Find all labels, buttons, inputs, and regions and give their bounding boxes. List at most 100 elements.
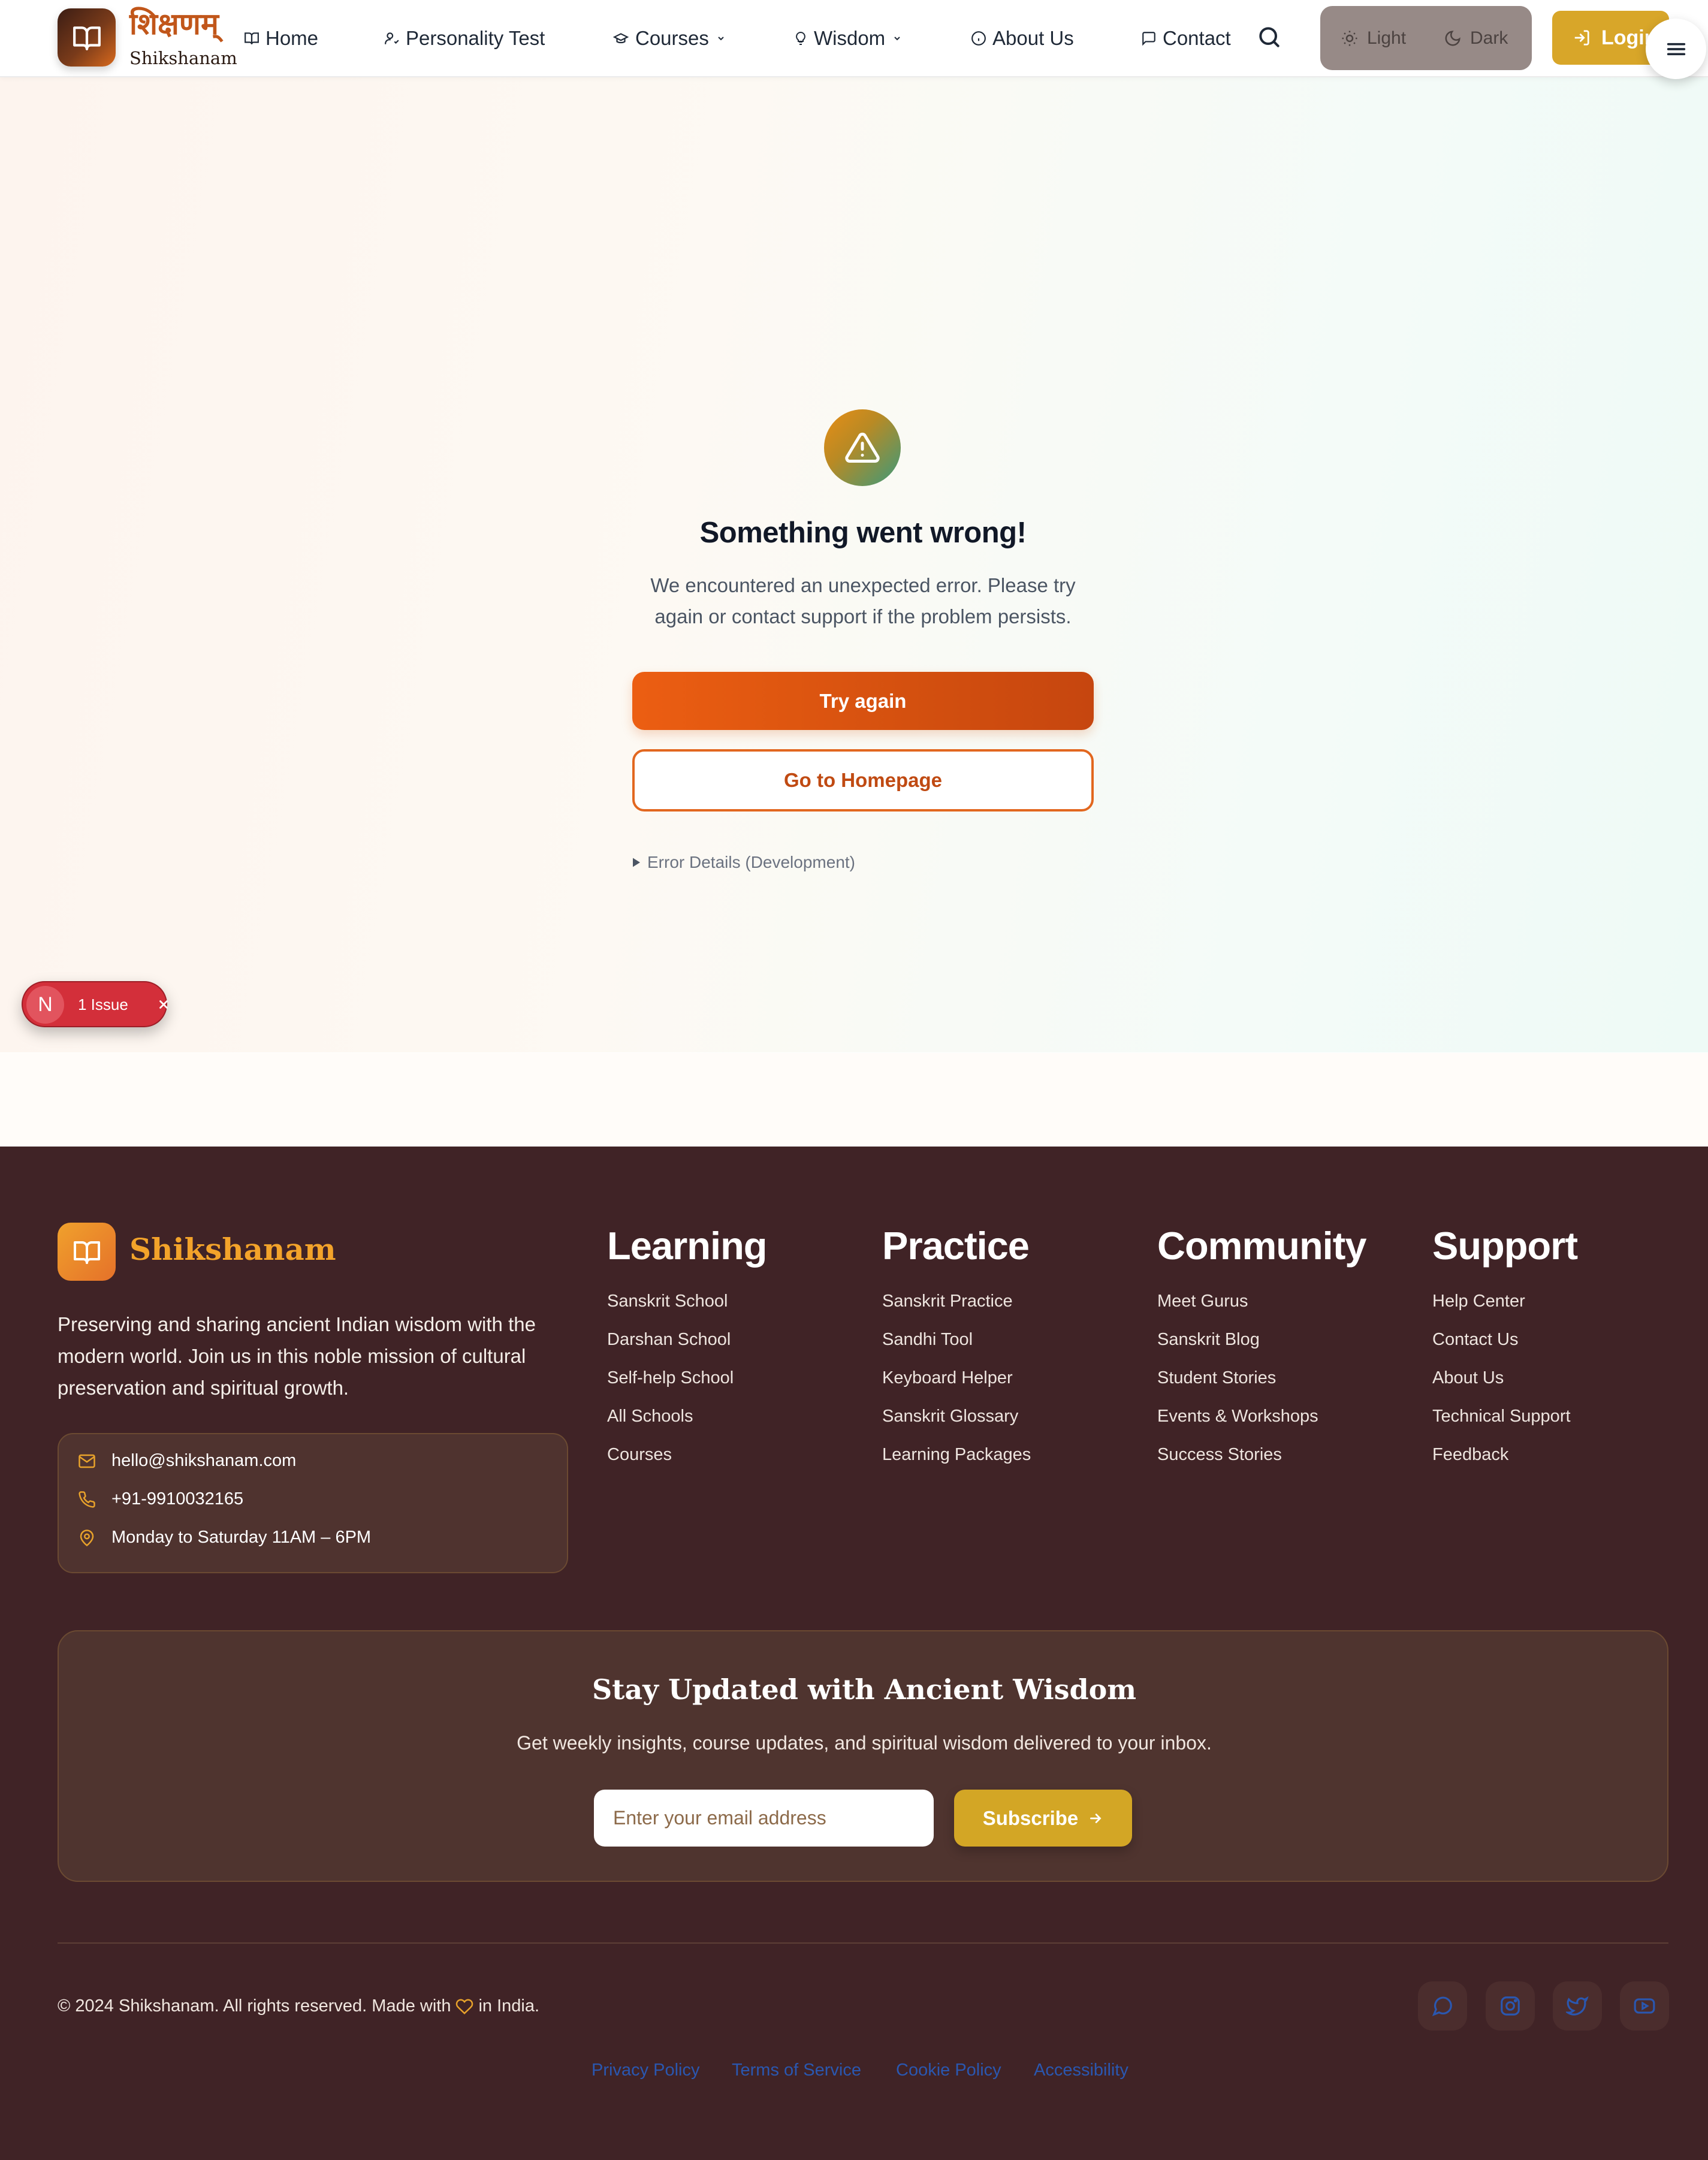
- footer-brand-name: Shikshanam: [129, 1232, 336, 1267]
- footer-link[interactable]: Keyboard Helper: [882, 1359, 1031, 1397]
- subscribe-label: Subscribe: [982, 1806, 1079, 1829]
- menu-button[interactable]: [1646, 19, 1706, 79]
- brand-devanagari[interactable]: शिक्षणम्: [129, 2, 219, 43]
- nav-personality-test[interactable]: Personality Test: [384, 23, 545, 54]
- nav-courses[interactable]: Courses: [612, 23, 726, 54]
- copyright-text: © 2024 Shikshanam. All rights reserved. …: [58, 1996, 451, 2016]
- heart-icon: [456, 1999, 473, 2014]
- theme-toggle[interactable]: Light Dark: [1320, 6, 1532, 70]
- accessibility-link[interactable]: Accessibility: [1034, 2061, 1128, 2080]
- footer-link[interactable]: Events & Workshops: [1157, 1397, 1366, 1435]
- footer-link[interactable]: Sanskrit Blog: [1157, 1320, 1366, 1359]
- footer-column-support: Support Help Center Contact Us About Us …: [1432, 1224, 1578, 1474]
- nav-about-label: About Us: [992, 27, 1074, 49]
- contact-phone-text: +91-9910032165: [111, 1489, 244, 1509]
- nav-home[interactable]: Home: [244, 23, 318, 54]
- error-details-label: Error Details (Development): [647, 853, 855, 871]
- nav-home-label: Home: [265, 27, 319, 49]
- theme-light-option[interactable]: Light: [1341, 25, 1406, 52]
- go-home-button[interactable]: Go to Homepage: [632, 749, 1094, 811]
- footer-logo[interactable]: [58, 1223, 116, 1281]
- log-in-icon: [1574, 30, 1589, 46]
- privacy-policy-link[interactable]: Privacy Policy: [592, 2061, 700, 2080]
- footer-link[interactable]: Sandhi Tool: [882, 1320, 1031, 1359]
- chat-icon: [1432, 1996, 1452, 2017]
- section-spacer: [0, 1053, 1708, 1147]
- footer-link[interactable]: All Schools: [607, 1397, 767, 1435]
- contact-phone[interactable]: +91-9910032165: [78, 1489, 243, 1509]
- footer-description: Preserving and sharing ancient Indian wi…: [58, 1313, 536, 1399]
- book-icon: [245, 32, 259, 44]
- youtube-icon: [1634, 1998, 1655, 2014]
- footer-link[interactable]: Learning Packages: [882, 1435, 1031, 1474]
- book-open-icon: [73, 1241, 100, 1264]
- footer-link[interactable]: Feedback: [1432, 1435, 1577, 1474]
- footer-link[interactable]: Sanskrit School: [607, 1282, 767, 1320]
- footer-link[interactable]: Help Center: [1432, 1282, 1577, 1320]
- contact-email[interactable]: hello@shikshanam.com: [78, 1451, 296, 1471]
- footer-link[interactable]: Darshan School: [607, 1320, 767, 1359]
- contact-hours: Monday to Saturday 11AM – 6PM: [78, 1528, 371, 1547]
- copyright-suffix: in India.: [478, 1996, 540, 2016]
- footer-column-title: Support: [1432, 1224, 1578, 1268]
- footer-link[interactable]: Student Stories: [1157, 1359, 1366, 1397]
- close-icon[interactable]: [157, 998, 170, 1011]
- newsletter-title: Stay Updated with Ancient Wisdom: [592, 1673, 1137, 1706]
- theme-light-label: Light: [1367, 28, 1407, 48]
- subscribe-button[interactable]: Subscribe: [954, 1790, 1132, 1847]
- nav-about[interactable]: About Us: [971, 23, 1074, 54]
- info-icon: [971, 31, 986, 46]
- footer-link[interactable]: Success Stories: [1157, 1435, 1366, 1474]
- footer-link[interactable]: Technical Support: [1432, 1397, 1577, 1435]
- social-twitter-link[interactable]: [1553, 1981, 1602, 2031]
- sun-icon: [1342, 31, 1357, 46]
- nav-personality-test-label: Personality Test: [406, 27, 545, 49]
- footer-column-learning: Learning Sanskrit School Darshan School …: [607, 1225, 767, 1474]
- footer-column-title: Community: [1157, 1224, 1366, 1268]
- nav-wisdom[interactable]: Wisdom: [793, 23, 902, 54]
- moon-icon: [1445, 31, 1460, 46]
- contact-hours-text: Monday to Saturday 11AM – 6PM: [111, 1528, 372, 1547]
- footer-link[interactable]: About Us: [1432, 1359, 1577, 1397]
- site-logo[interactable]: [58, 8, 116, 67]
- error-message: We encountered an unexpected error. Plea…: [650, 574, 1076, 628]
- footer-link[interactable]: Sanskrit Practice: [882, 1282, 1031, 1320]
- issues-count: 1 Issue: [78, 995, 128, 1013]
- nav-contact[interactable]: Contact: [1141, 23, 1231, 54]
- dev-issues-badge[interactable]: N 1 Issue: [22, 981, 170, 1027]
- nav-wisdom-label: Wisdom: [814, 27, 886, 49]
- error-details-toggle[interactable]: Error Details (Development): [632, 850, 855, 874]
- theme-dark-option[interactable]: Dark: [1444, 25, 1508, 52]
- alert-triangle-icon: [845, 432, 880, 463]
- footer: Shikshanam Preserving and sharing ancien…: [0, 1147, 1708, 2160]
- footer-link[interactable]: Contact Us: [1432, 1320, 1577, 1359]
- nav-courses-label: Courses: [635, 27, 709, 49]
- brand-name[interactable]: Shikshanam: [129, 48, 237, 68]
- terms-link[interactable]: Terms of Service: [732, 2061, 861, 2080]
- nextjs-logo: N: [26, 986, 64, 1024]
- navbar: शिक्षणम् Shikshanam Home Personality Tes…: [0, 0, 1708, 77]
- footer-link[interactable]: Self-help School: [607, 1359, 767, 1397]
- phone-icon: [79, 1491, 95, 1508]
- footer-link[interactable]: Courses: [607, 1435, 767, 1474]
- copyright: © 2024 Shikshanam. All rights reserved. …: [58, 1996, 539, 2016]
- chevron-down-icon: [894, 37, 900, 41]
- search-button[interactable]: [1256, 24, 1285, 53]
- graduation-cap-icon: [612, 33, 629, 44]
- social-instagram-link[interactable]: [1486, 1981, 1535, 2031]
- footer-column-title: Learning: [607, 1224, 767, 1268]
- lightbulb-icon: [796, 31, 805, 45]
- message-square-icon: [1142, 32, 1155, 46]
- mail-icon: [79, 1454, 95, 1468]
- cookie-policy-link[interactable]: Cookie Policy: [896, 2061, 1001, 2080]
- error-section: Something went wrong! We encountered an …: [0, 77, 1708, 1052]
- social-chat-link[interactable]: [1418, 1981, 1467, 2031]
- try-again-button[interactable]: Try again: [632, 672, 1094, 730]
- footer-link[interactable]: Meet Gurus: [1157, 1282, 1366, 1320]
- newsletter-email-input[interactable]: [594, 1790, 934, 1847]
- newsletter-box: Stay Updated with Ancient Wisdom Get wee…: [58, 1630, 1668, 1882]
- footer-column-practice: Practice Sanskrit Practice Sandhi Tool K…: [882, 1225, 1031, 1474]
- caret-right-icon: [633, 858, 640, 867]
- social-youtube-link[interactable]: [1620, 1981, 1669, 2031]
- footer-link[interactable]: Sanskrit Glossary: [882, 1397, 1031, 1435]
